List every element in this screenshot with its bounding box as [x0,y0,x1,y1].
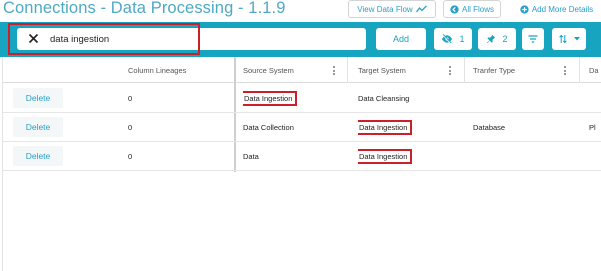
pinned-columns-button[interactable]: 2 [478,28,516,50]
search-highlight-box [8,23,200,55]
add-more-details-button[interactable]: Add More Details [512,0,601,18]
delete-button[interactable]: Delete [13,88,63,108]
trend-line-icon [415,5,427,13]
all-flows-label: All Flows [461,4,494,14]
target-system-cell: Data Ingestion [358,120,413,135]
source-system-cell: Data Collection [243,123,294,132]
column-menu-icon[interactable] [333,66,335,75]
add-button-label: Add [392,34,409,44]
column-header-source-system[interactable]: Source System [243,57,294,83]
column-header-lineages[interactable]: Column Lineages [128,57,186,83]
add-button[interactable]: Add [376,28,426,50]
connections-grid: Column Lineages Source System Target Sys… [2,57,601,271]
filter-icon [528,35,538,43]
lineage-count: 0 [128,94,133,103]
column-menu-icon[interactable] [564,66,566,75]
pinned-columns-count: 2 [502,34,508,44]
filter-button[interactable] [522,28,544,50]
hidden-columns-button[interactable]: 1 [434,28,472,50]
source-system-cell: Data Ingestion [243,91,298,106]
hidden-columns-count: 1 [459,34,465,44]
lineage-count: 0 [128,152,133,161]
view-data-flow-label: View Data Flow [357,4,413,14]
table-row: Delete 0 Data Ingestion Data Cleansing [3,84,601,113]
caret-down-icon [573,37,580,41]
page-title: Connections - Data Processing - 1.1.9 [3,0,286,17]
eye-slash-icon [442,34,453,44]
add-more-details-label: Add More Details [531,4,594,14]
view-data-flow-button[interactable]: View Data Flow [348,0,436,18]
lineage-count: 0 [128,123,133,132]
column-header-target-system[interactable]: Target System [358,57,406,83]
grid-header: Column Lineages Source System Target Sys… [3,57,601,83]
target-system-cell: Data Cleansing [358,94,410,103]
circle-arrow-left-icon [450,4,459,14]
sort-icon [558,34,567,44]
table-row: Delete 0 Data Collection Data Ingestion … [3,113,601,142]
extra-cell: Pl [589,123,596,132]
delete-button[interactable]: Delete [13,117,63,137]
plus-circle-icon [520,4,529,14]
search-toolbar: Add 1 2 [0,22,601,57]
target-system-cell: Data Ingestion [358,149,413,164]
source-system-cell: Data [243,152,259,161]
delete-button[interactable]: Delete [13,146,63,166]
transfer-type-cell: Database [473,123,506,132]
column-header-transfer-type[interactable]: Tranfer Type [473,57,515,83]
column-menu-icon[interactable] [449,66,451,75]
column-header-extra[interactable]: Da [589,57,599,83]
all-flows-button[interactable]: All Flows [443,0,501,18]
pin-icon [487,34,496,44]
sort-dropdown-button[interactable] [552,28,586,50]
table-row: Delete 0 Data Data Ingestion [3,142,601,171]
